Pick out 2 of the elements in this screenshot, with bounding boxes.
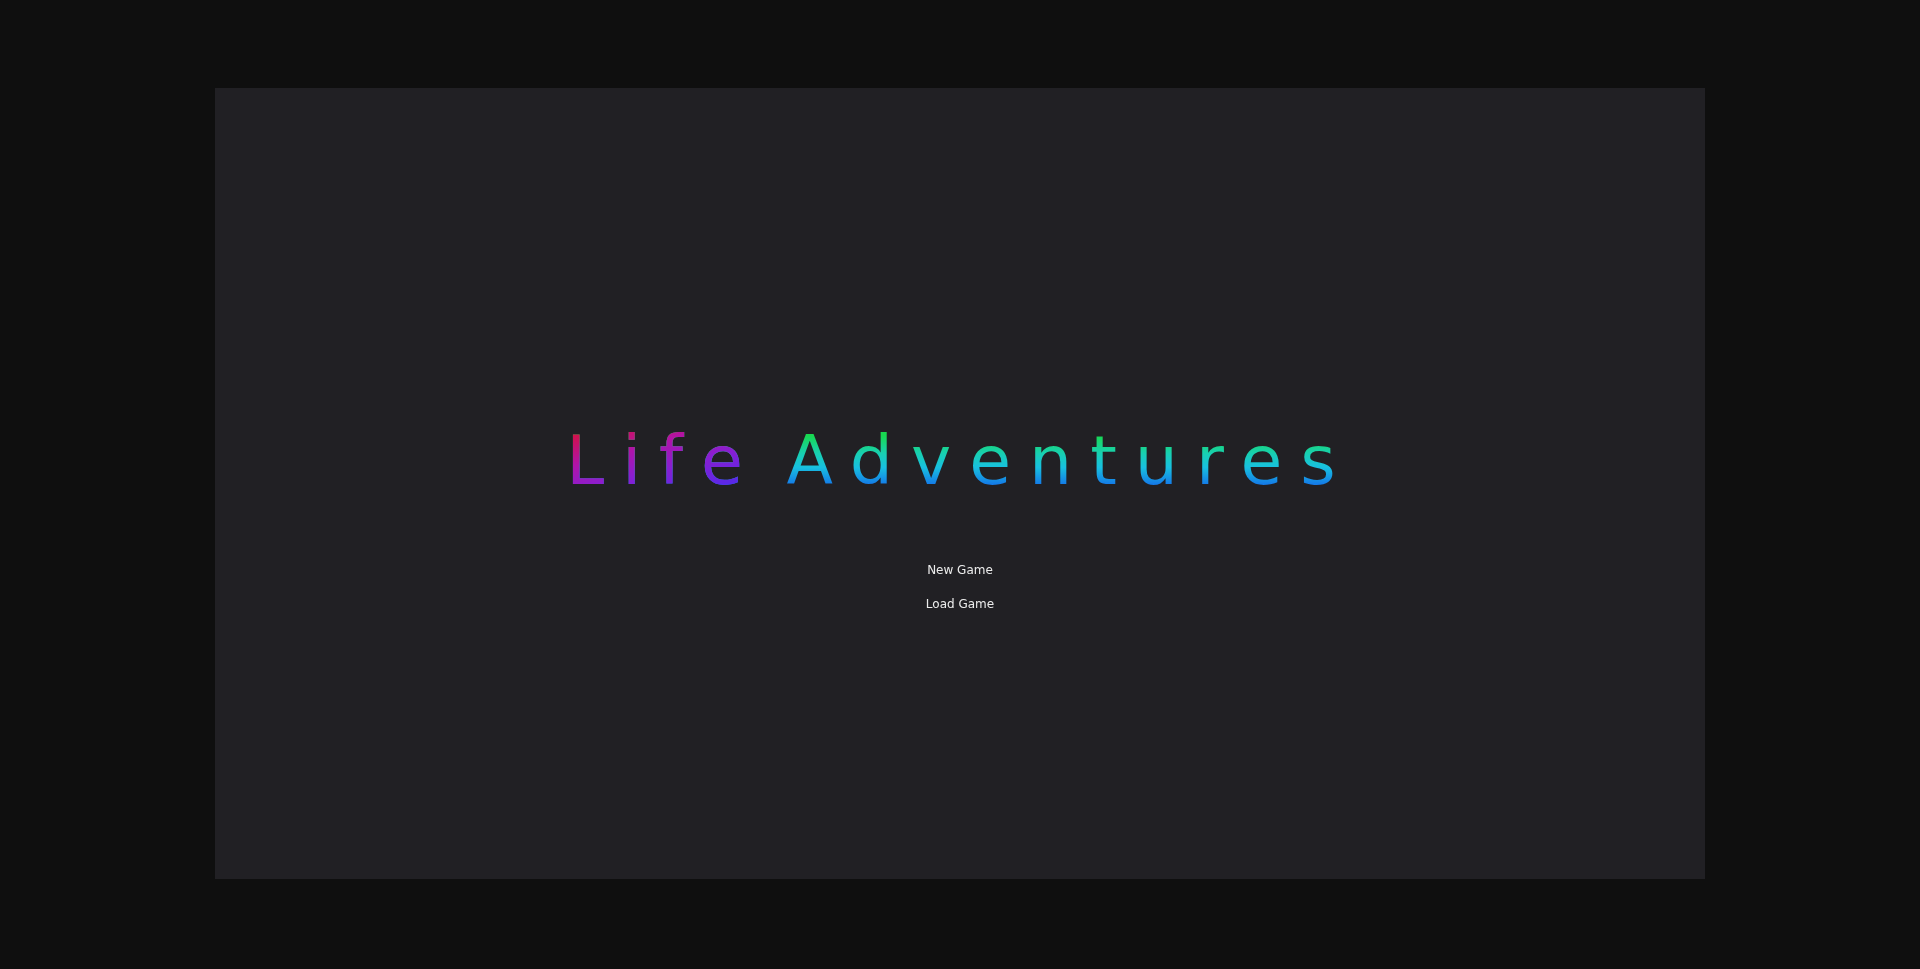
menu-button[interactable]: New Game (921, 557, 999, 583)
menu-button[interactable]: Load Game (919, 591, 1001, 617)
